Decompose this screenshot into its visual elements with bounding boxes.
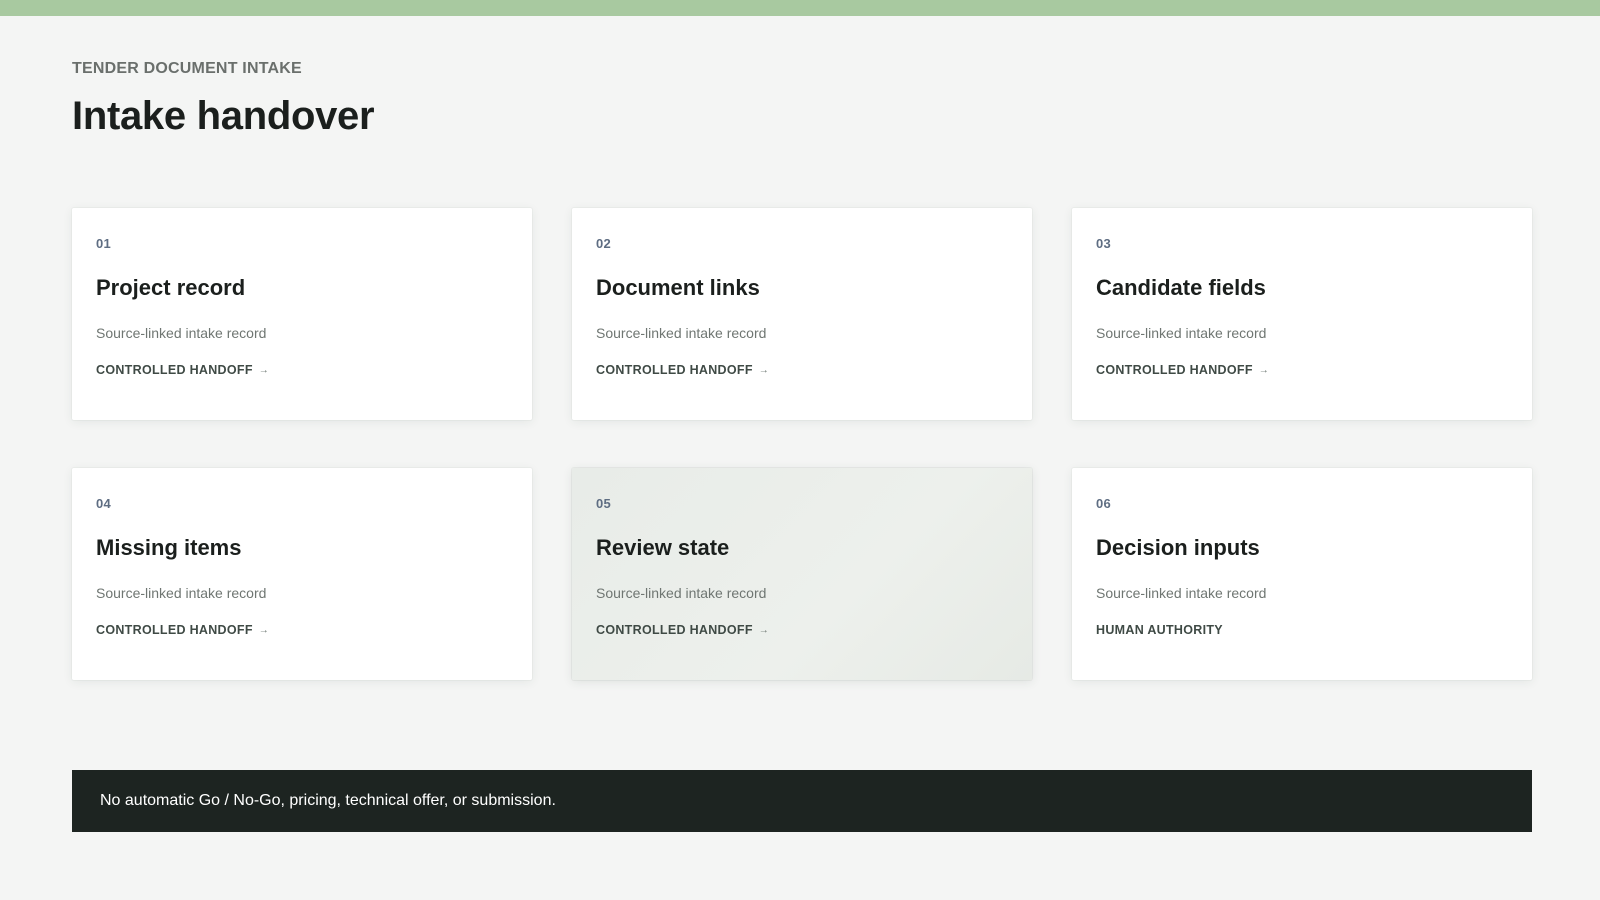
card-link-label: CONTROLLED HANDOFF [596, 623, 753, 637]
card-candidate-fields[interactable]: 03 Candidate fields Source-linked intake… [1072, 208, 1532, 420]
scope-notice-banner: No automatic Go / No-Go, pricing, techni… [72, 770, 1532, 832]
card-link-label: CONTROLLED HANDOFF [596, 363, 753, 377]
card-handoff-link[interactable]: CONTROLLED HANDOFF → [596, 363, 769, 377]
card-title: Missing items [96, 535, 242, 560]
card-title: Project record [96, 275, 246, 300]
card-missing-items[interactable]: 04 Missing items Source-linked intake re… [72, 468, 532, 680]
arrow-right-icon: → [258, 364, 270, 376]
card-number: 05 [596, 496, 612, 511]
card-link-label: CONTROLLED HANDOFF [96, 623, 253, 637]
card-title: Decision inputs [1096, 535, 1260, 560]
card-decision-inputs[interactable]: 06 Decision inputs Source-linked intake … [1072, 468, 1532, 680]
card-title: Candidate fields [1096, 275, 1266, 300]
card-review-state[interactable]: 05 Review state Source-linked intake rec… [572, 468, 1032, 680]
page-eyebrow: TENDER DOCUMENT INTAKE [72, 60, 302, 77]
card-number: 04 [96, 496, 112, 511]
card-number: 03 [1096, 236, 1112, 251]
card-handoff-link[interactable]: CONTROLLED HANDOFF → [96, 363, 269, 377]
arrow-right-icon: → [758, 624, 770, 636]
handover-card-grid: 01 Project record Source-linked intake r… [72, 208, 1532, 680]
card-document-links[interactable]: 02 Document links Source-linked intake r… [572, 208, 1032, 420]
arrow-right-icon: → [1258, 364, 1270, 376]
top-accent-bar [0, 0, 1600, 16]
card-description: Source-linked intake record [1096, 325, 1267, 341]
card-title: Document links [596, 275, 760, 300]
card-description: Source-linked intake record [96, 585, 267, 601]
page-title: Intake handover [72, 94, 375, 138]
card-handoff-link[interactable]: CONTROLLED HANDOFF → [96, 623, 269, 637]
card-title: Review state [596, 535, 730, 560]
card-number: 01 [96, 236, 112, 251]
arrow-right-icon: → [258, 624, 270, 636]
card-description: Source-linked intake record [96, 325, 267, 341]
card-authority-label: HUMAN AUTHORITY [1096, 623, 1223, 637]
scope-notice-text: No automatic Go / No-Go, pricing, techni… [100, 792, 556, 809]
card-description: Source-linked intake record [596, 585, 767, 601]
arrow-right-icon: → [758, 364, 770, 376]
card-handoff-link[interactable]: CONTROLLED HANDOFF → [596, 623, 769, 637]
card-number: 06 [1096, 496, 1112, 511]
card-link-label: HUMAN AUTHORITY [1096, 623, 1223, 637]
card-number: 02 [596, 236, 612, 251]
card-project-record[interactable]: 01 Project record Source-linked intake r… [72, 208, 532, 420]
card-description: Source-linked intake record [1096, 585, 1267, 601]
card-link-label: CONTROLLED HANDOFF [96, 363, 253, 377]
page-header: TENDER DOCUMENT INTAKE Intake handover [72, 60, 375, 139]
card-handoff-link[interactable]: CONTROLLED HANDOFF → [1096, 363, 1269, 377]
card-link-label: CONTROLLED HANDOFF [1096, 363, 1253, 377]
card-description: Source-linked intake record [596, 325, 767, 341]
